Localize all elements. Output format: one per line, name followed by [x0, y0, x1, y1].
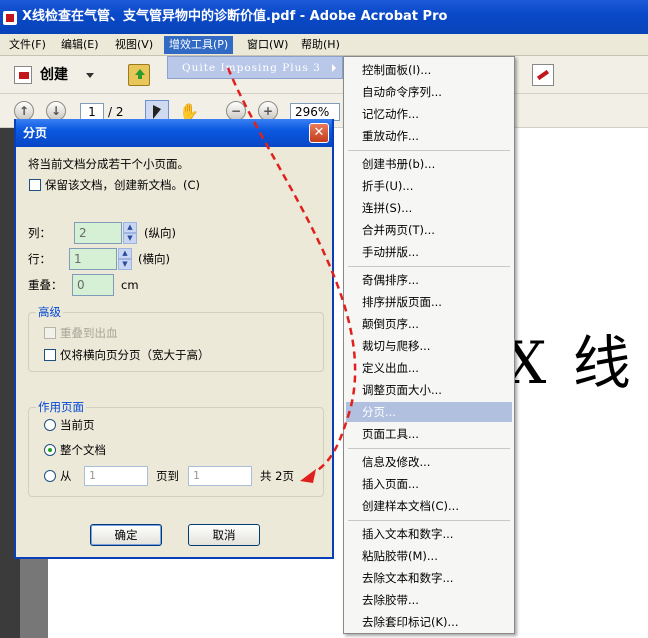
submenu-item-insert-text-numbers[interactable]: 插入文本和数字...	[346, 524, 512, 544]
sign-icon[interactable]	[532, 64, 554, 86]
submenu-item-insert-pages[interactable]: 插入页面...	[346, 474, 512, 494]
dialog-intro: 将当前文档分成若干个小页面。	[28, 157, 189, 171]
submenu-item-split-pages[interactable]: 分页...	[346, 402, 512, 422]
quite-imposing-submenu: 控制面板(I)... 自动命令序列... 记忆动作... 重放动作... 创建书…	[343, 56, 515, 634]
all-pages-radio[interactable]	[44, 444, 56, 456]
submenu-item-auto-sequence[interactable]: 自动命令序列...	[346, 82, 512, 102]
split-dialog: 分页 ✕ 将当前文档分成若干个小页面。 保留该文档，创建新文档。(C) 列： 2…	[14, 119, 334, 559]
rows-up-button[interactable]: ▲	[118, 248, 132, 259]
all-pages-label: 整个文档	[60, 443, 106, 457]
document-text: X 线	[505, 329, 635, 397]
next-page-icon: ↓	[50, 104, 62, 118]
submenu-item-create-sample[interactable]: 创建样本文档(C)...	[346, 496, 512, 516]
submenu-item-paste-tape[interactable]: 粘贴胶带(M)...	[346, 546, 512, 566]
overlap-input[interactable]: 0	[72, 274, 114, 296]
columns-down-button[interactable]: ▼	[123, 233, 137, 244]
menu-plugins[interactable]: 增效工具(P)	[164, 36, 234, 54]
zoom-in-icon: +	[262, 104, 274, 118]
open-folder-icon[interactable]	[128, 64, 150, 86]
advanced-label: 高级	[36, 305, 63, 319]
overlap-unit: cm	[121, 278, 139, 292]
total-pages-label: 共 2页	[260, 469, 294, 483]
current-page-label: 当前页	[60, 418, 95, 432]
zoom-out-icon: −	[230, 104, 242, 118]
submenu-item-remove-text-numbers[interactable]: 去除文本和数字...	[346, 568, 512, 588]
overlap-bleed-label: 重叠到出血	[60, 326, 118, 340]
page-total: / 2	[108, 105, 124, 119]
submenu-item-odd-even-sort[interactable]: 奇偶排序...	[346, 270, 512, 290]
submenu-item-define-bleed[interactable]: 定义出血...	[346, 358, 512, 378]
title-bar: X线检查在气管、支气管异物中的诊断价值.pdf - Adobe Acrobat …	[0, 0, 648, 34]
rows-input[interactable]: 1	[69, 248, 117, 270]
submenu-item-manual-imposition[interactable]: 手动拼版...	[346, 242, 512, 262]
menu-edit[interactable]: 编辑(E)	[56, 36, 104, 54]
menu-help[interactable]: 帮助(H)	[296, 36, 345, 54]
columns-hint: (纵向)	[144, 226, 176, 240]
submenu-item-reverse-order[interactable]: 颠倒页序...	[346, 314, 512, 334]
menu-separator	[348, 266, 510, 267]
current-page-radio[interactable]	[44, 419, 56, 431]
keep-document-label: 保留该文档，创建新文档。(C)	[45, 178, 201, 192]
to-page-input[interactable]: 1	[188, 466, 252, 486]
create-label: 创建	[40, 67, 68, 83]
submenu-item-remove-reg-marks[interactable]: 去除套印标记(K)...	[346, 612, 512, 632]
window-title: X线检查在气管、支气管异物中的诊断价值.pdf - Adobe Acrobat …	[22, 9, 448, 24]
from-label: 从	[60, 469, 72, 483]
from-page-input[interactable]: 1	[84, 466, 148, 486]
submenu-item-remember-action[interactable]: 记忆动作...	[346, 104, 512, 124]
chevron-down-icon	[86, 73, 94, 78]
plugins-menu: Quite Imposing Plus 3	[167, 56, 343, 79]
dialog-title-bar: 分页	[16, 119, 332, 147]
overlap-bleed-checkbox[interactable]	[44, 327, 56, 339]
landscape-only-label: 仅将横向页分页（宽大于高）	[60, 348, 210, 362]
submenu-arrow-icon	[332, 64, 336, 72]
submenu-item-trim-creep[interactable]: 裁切与爬移...	[346, 336, 512, 356]
to-label: 页到	[156, 469, 179, 483]
create-icon	[14, 66, 32, 84]
submenu-item-control-panel[interactable]: 控制面板(I)...	[346, 60, 512, 80]
pages-label: 作用页面	[36, 400, 86, 414]
cancel-button[interactable]: 取消	[188, 524, 260, 546]
rows-hint: (横向)	[138, 252, 170, 266]
submenu-item-create-booklet[interactable]: 创建书册(b)...	[346, 154, 512, 174]
dialog-title: 分页	[23, 126, 48, 140]
acrobat-icon	[3, 11, 17, 25]
close-icon[interactable]: ✕	[309, 123, 329, 143]
menu-bar: 文件(F) 编辑(E) 视图(V) 增效工具(P) 窗口(W) 帮助(H)	[0, 34, 648, 56]
submenu-item-sort-pages[interactable]: 排序拼版页面...	[346, 292, 512, 312]
next-page-button[interactable]: ↓	[46, 101, 66, 121]
menu-separator	[348, 150, 510, 151]
create-button[interactable]: 创建	[10, 63, 98, 87]
submenu-item-merge-two-pages[interactable]: 合并两页(T)...	[346, 220, 512, 240]
advanced-group	[28, 312, 324, 372]
submenu-item-remove-tape[interactable]: 去除胶带...	[346, 590, 512, 610]
submenu-item-info-modify[interactable]: 信息及修改...	[346, 452, 512, 472]
ok-button[interactable]: 确定	[90, 524, 162, 546]
columns-input[interactable]: 2	[74, 222, 122, 244]
menu-item-quite-imposing[interactable]: Quite Imposing Plus 3	[182, 60, 321, 76]
landscape-only-checkbox[interactable]	[44, 349, 56, 361]
menu-separator	[348, 520, 510, 521]
zoom-out-button[interactable]: −	[226, 101, 246, 121]
menu-view[interactable]: 视图(V)	[110, 36, 158, 54]
prev-page-button[interactable]: ↑	[14, 101, 34, 121]
rows-label: 行：	[28, 252, 51, 266]
submenu-item-page-tools[interactable]: 页面工具...	[346, 424, 512, 444]
menu-separator	[348, 448, 510, 449]
submenu-item-fold[interactable]: 折手(U)...	[346, 176, 512, 196]
submenu-item-resize-pages[interactable]: 调整页面大小...	[346, 380, 512, 400]
submenu-item-replay-action[interactable]: 重放动作...	[346, 126, 512, 146]
columns-up-button[interactable]: ▲	[123, 222, 137, 233]
menu-window[interactable]: 窗口(W)	[242, 36, 293, 54]
zoom-in-button[interactable]: +	[258, 101, 278, 121]
rows-down-button[interactable]: ▼	[118, 259, 132, 270]
from-radio[interactable]	[44, 470, 56, 482]
submenu-item-step-repeat[interactable]: 连拼(S)...	[346, 198, 512, 218]
menu-file[interactable]: 文件(F)	[4, 36, 51, 54]
columns-label: 列：	[28, 226, 51, 240]
prev-page-icon: ↑	[18, 104, 30, 118]
keep-document-checkbox[interactable]	[29, 179, 41, 191]
overlap-label: 重叠：	[28, 278, 63, 292]
